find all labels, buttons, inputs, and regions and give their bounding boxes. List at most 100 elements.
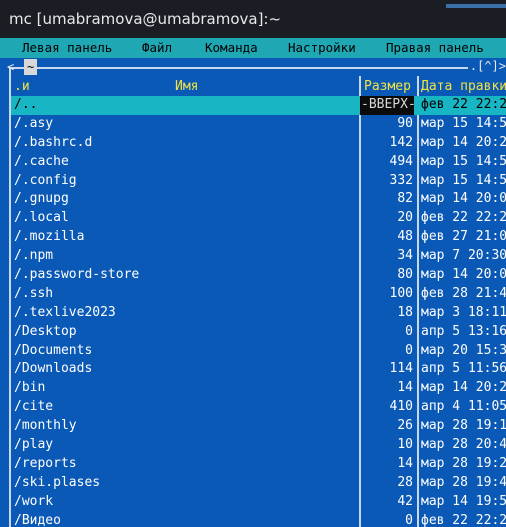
file-row-selected[interactable]: /.. -ВВЕРХ-фев 22 22:20 bbox=[11, 96, 506, 115]
file-date: фев 28 21:49 bbox=[421, 285, 506, 301]
file-size: 20 bbox=[397, 210, 413, 226]
file-size: 28 bbox=[397, 474, 413, 490]
file-date: фев 22 22:24 bbox=[421, 210, 506, 226]
menu-right-panel[interactable]: Правая панель bbox=[386, 38, 484, 58]
file-date: мар 28 19:16 bbox=[421, 418, 506, 434]
window-title: mc [umabramova@umabramova]:~ bbox=[9, 10, 282, 28]
file-size: 332 bbox=[389, 172, 413, 188]
file-name: /Documents bbox=[14, 342, 93, 358]
file-row[interactable]: /monthly 26 мар 28 19:16 bbox=[11, 417, 506, 436]
file-row[interactable]: /.asy 90 мар 15 14:53 bbox=[11, 115, 506, 134]
file-row[interactable]: /work 42 мар 14 19:53 bbox=[11, 493, 506, 512]
file-name: /.asy bbox=[14, 115, 54, 131]
file-size: 100 bbox=[389, 285, 413, 301]
file-row[interactable]: /.local 20 фев 22 22:24 bbox=[11, 209, 506, 228]
file-name: /.gnupg bbox=[14, 191, 69, 207]
file-date: фев 22 22:20 bbox=[421, 97, 506, 112]
file-row[interactable]: /Downloads 114 апр 5 11:56 bbox=[11, 360, 506, 379]
file-row[interactable]: /Documents 0 мар 20 15:36 bbox=[11, 342, 506, 361]
file-date: мар 7 20:30 bbox=[421, 248, 506, 264]
file-name: /Downloads bbox=[14, 361, 93, 377]
file-date: мар 28 19:22 bbox=[421, 455, 506, 471]
file-size: 494 bbox=[389, 153, 413, 169]
panel-corner-controls[interactable]: .[^]> bbox=[467, 58, 506, 74]
file-date: мар 28 20:42 bbox=[421, 437, 506, 453]
file-row[interactable]: /ski.plases 28 мар 28 19:47 bbox=[11, 474, 506, 493]
file-date: мар 15 14:53 bbox=[421, 153, 506, 169]
file-date: фев 27 21:05 bbox=[421, 229, 506, 245]
file-name: /Desktop bbox=[14, 323, 77, 339]
file-name: /.bashrc.d bbox=[14, 134, 93, 150]
file-row[interactable]: /cite 410 апр 4 11:05 bbox=[11, 398, 506, 417]
file-row[interactable]: /.config 332 мар 15 14:53 bbox=[11, 172, 506, 191]
file-size: 10 bbox=[397, 437, 413, 453]
file-size: 18 bbox=[397, 304, 413, 320]
menu-left-panel[interactable]: Левая панель bbox=[22, 38, 112, 58]
file-name: /.ssh bbox=[14, 285, 54, 301]
file-name: /bin bbox=[14, 380, 46, 396]
file-name: /.config bbox=[14, 172, 77, 188]
file-name: /monthly bbox=[14, 418, 77, 434]
column-header-date[interactable]: Дата правки bbox=[421, 77, 506, 96]
file-date: мар 3 18:11 bbox=[421, 304, 506, 320]
file-name: /Видео bbox=[14, 512, 61, 527]
panel-path-tab[interactable]: ~ bbox=[24, 59, 38, 75]
file-date: мар 15 14:53 bbox=[421, 172, 506, 188]
file-row[interactable]: /.npm 34 мар 7 20:30 bbox=[11, 247, 506, 266]
panel-column-headers: .и Имя Размер Дата правки bbox=[11, 77, 506, 96]
file-row[interactable]: /.ssh 100 фев 28 21:49 bbox=[11, 285, 506, 304]
file-row[interactable]: /play 10 мар 28 20:42 bbox=[11, 436, 506, 455]
column-header-name[interactable]: Имя bbox=[175, 77, 198, 96]
file-name: /.. bbox=[14, 97, 38, 112]
file-size: 410 bbox=[389, 399, 413, 415]
file-name: /.cache bbox=[14, 153, 69, 169]
file-date: мар 14 20:01 bbox=[421, 191, 506, 207]
file-size: 0 bbox=[405, 512, 413, 527]
menu-settings[interactable]: Настройки bbox=[288, 38, 356, 58]
file-size: 80 bbox=[397, 267, 413, 283]
file-name: /.npm bbox=[14, 248, 54, 264]
file-size: 34 bbox=[397, 248, 413, 264]
file-row[interactable]: /.bashrc.d 142 мар 14 20:24 bbox=[11, 134, 506, 153]
file-date: фев 22 22:24 bbox=[421, 512, 506, 527]
file-date: мар 20 15:36 bbox=[421, 342, 506, 358]
file-date: мар 28 19:47 bbox=[421, 474, 506, 490]
file-size: 48 bbox=[397, 229, 413, 245]
file-row[interactable]: /Desktop 0 апр 5 13:16 bbox=[11, 323, 506, 342]
file-row[interactable]: /.texlive2023 18 мар 3 18:11 bbox=[11, 304, 506, 323]
window-titlebar: mc [umabramova@umabramova]:~ bbox=[0, 0, 506, 38]
titlebar-accent bbox=[446, 4, 506, 8]
file-row[interactable]: /reports 14 мар 28 19:22 bbox=[11, 455, 506, 474]
file-size: 90 bbox=[397, 115, 413, 131]
file-name: /.local bbox=[14, 210, 69, 226]
file-date: мар 14 20:24 bbox=[421, 134, 506, 150]
file-name: /play bbox=[14, 437, 54, 453]
file-name: /reports bbox=[14, 455, 77, 471]
file-name: /.mozilla bbox=[14, 229, 85, 245]
left-file-panel[interactable]: < ~ .[^]> .и Имя Размер Дата правки /.. -… bbox=[0, 58, 506, 527]
file-list: /.. -ВВЕРХ-фев 22 22:20 /.asy 90 мар 15 14:5… bbox=[11, 96, 506, 527]
file-row[interactable]: /.mozilla 48 фев 27 21:05 bbox=[11, 228, 506, 247]
menu-command[interactable]: Команда bbox=[205, 38, 258, 58]
file-size: 14 bbox=[397, 380, 413, 396]
sort-indicator[interactable]: .и bbox=[14, 77, 30, 96]
column-header-size[interactable]: Размер bbox=[364, 77, 411, 96]
file-date: мар 14 19:53 bbox=[421, 493, 506, 509]
menu-file[interactable]: Файл bbox=[142, 38, 172, 58]
file-size: 0 bbox=[405, 323, 413, 339]
file-size: -ВВЕРХ- bbox=[360, 96, 416, 115]
panel-history-marker[interactable]: < bbox=[7, 59, 14, 75]
file-row[interactable]: /.password-store 80 мар 14 20:04 bbox=[11, 266, 506, 285]
file-size: 82 bbox=[397, 191, 413, 207]
file-size: 42 bbox=[397, 493, 413, 509]
file-date: мар 14 20:04 bbox=[421, 267, 506, 283]
file-row[interactable]: /.cache 494 мар 15 14:53 bbox=[11, 153, 506, 172]
file-date: апр 5 13:16 bbox=[421, 323, 506, 339]
file-row[interactable]: /bin 14 мар 14 20:21 bbox=[11, 379, 506, 398]
file-row[interactable]: /.gnupg 82 мар 14 20:01 bbox=[11, 190, 506, 209]
file-date: мар 14 20:21 bbox=[421, 380, 506, 396]
file-row[interactable]: /Видео 0 фев 22 22:24 bbox=[11, 512, 506, 527]
file-date: мар 15 14:53 bbox=[421, 115, 506, 131]
file-size: 0 bbox=[405, 342, 413, 358]
file-size: 26 bbox=[397, 418, 413, 434]
